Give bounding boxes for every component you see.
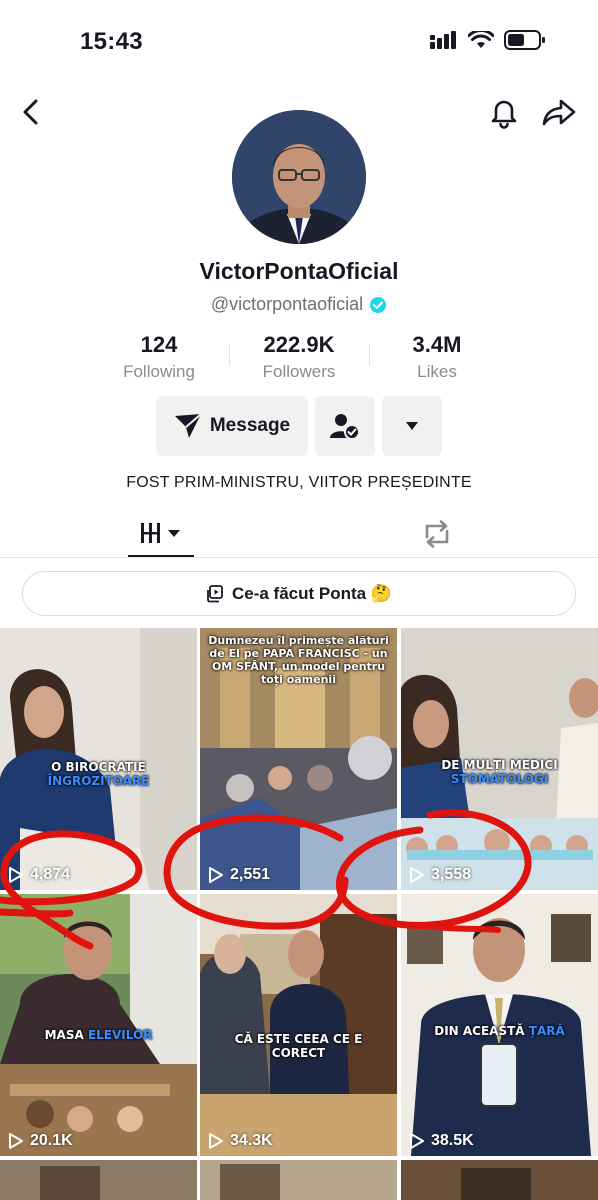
view-count: 34.3K [208, 1132, 273, 1150]
video-thumbnail [0, 894, 197, 1156]
share-button[interactable] [540, 94, 578, 130]
view-count-value: 3,558 [431, 866, 472, 883]
avatar-photo [232, 110, 366, 244]
playlist-icon [207, 584, 223, 602]
bell-icon [491, 100, 517, 129]
video-caption: Dumnezeu îl primește alături de El pe PA… [208, 634, 389, 686]
message-button-label: Message [209, 415, 291, 436]
play-outline-icon [209, 867, 223, 883]
stat-following[interactable]: 124 Following [89, 332, 229, 382]
view-count-value: 20.1K [30, 1132, 73, 1149]
caption-highlight: ELEVILOR [87, 1028, 153, 1042]
view-count: 38.5K [409, 1132, 474, 1150]
play-outline-icon [410, 1133, 424, 1149]
video-caption: CĂ ESTE CEEA CE E CORECT [234, 1032, 363, 1060]
caption-main: MASA [44, 1028, 84, 1042]
content-tabs [0, 510, 598, 558]
profile-stats: 124 Following 222.9K Followers 3.4M Like… [0, 332, 598, 382]
video-thumbnail [0, 628, 197, 890]
user-check-icon [330, 414, 360, 440]
status-time: 15:43 [80, 28, 143, 55]
view-count: 20.1K [8, 1132, 73, 1150]
play-outline-icon [9, 1133, 23, 1149]
video-caption: O BIROCRAȚIE ÎNGROZITOARE [8, 760, 189, 788]
profile-bio: FOST PRIM-MINISTRU, VIITOR PREȘEDINTE [126, 474, 472, 491]
tab-videos[interactable] [128, 510, 194, 557]
view-count: 4,874 [8, 866, 70, 884]
repost-icon [425, 519, 449, 548]
play-outline-icon [209, 1133, 223, 1149]
tab-reposts[interactable] [404, 510, 470, 557]
caption-highlight: STOMATOLOGI [450, 772, 549, 786]
chevron-left-icon [23, 99, 38, 125]
cellular-signal-icon [430, 31, 456, 49]
video-caption: MASA ELEVILOR [8, 1028, 189, 1042]
video-thumbnail [0, 1160, 197, 1200]
followers-label: Followers [262, 362, 336, 381]
caption-main: DIN ACEASTĂ [434, 1024, 525, 1038]
handle-row: @victorpontaoficial [0, 294, 598, 315]
stat-likes[interactable]: 3.4M Likes [367, 332, 507, 382]
profile-display-name: VictorPontaOficial [199, 258, 399, 284]
playlist-button[interactable]: Ce-a făcut Ponta 🤔 [22, 571, 576, 616]
followers-count: 222.9K [263, 332, 335, 357]
caption-main: DE MULȚI MEDICI [441, 758, 558, 772]
video-tile[interactable]: CĂ ESTE CEEA CE E CORECT 34.3K [200, 894, 397, 1156]
profile-handle: @victorpontaoficial [210, 294, 364, 314]
play-outline-icon [410, 867, 424, 883]
view-count-value: 4,874 [30, 866, 71, 883]
view-count-value: 2,551 [230, 866, 271, 883]
notifications-button[interactable] [486, 94, 522, 130]
back-button[interactable] [16, 94, 48, 130]
following-label: Following [123, 362, 195, 381]
following-status-button[interactable] [315, 396, 375, 456]
video-grid: O BIROCRAȚIE ÎNGROZITOARE 4,874 Dumnezeu… [0, 628, 598, 1200]
following-count: 124 [140, 332, 178, 357]
send-icon [174, 413, 202, 438]
video-tile[interactable]: O BIROCRAȚIE ÎNGROZITOARE 4,874 [0, 628, 197, 890]
video-thumbnail [401, 1160, 598, 1200]
likes-count: 3.4M [412, 332, 462, 357]
video-tile[interactable]: Dumnezeu îl primește alături de El pe PA… [200, 628, 397, 890]
play-outline-icon [9, 867, 23, 883]
view-count: 3,558 [409, 866, 471, 884]
wifi-icon [468, 31, 494, 48]
status-icons [430, 30, 546, 50]
video-thumbnail [200, 1160, 397, 1200]
share-arrow-icon [542, 99, 576, 126]
message-button[interactable]: Message [156, 396, 308, 456]
battery-icon [504, 30, 545, 50]
caption-highlight: ȚARĂ [528, 1024, 565, 1038]
likes-label: Likes [417, 362, 457, 381]
avatar[interactable] [232, 110, 366, 244]
video-tile[interactable]: DIN ACEASTĂ ȚARĂ 38.5K [401, 894, 598, 1156]
video-tile[interactable] [0, 1160, 197, 1200]
status-bar: 15:43 [0, 0, 598, 80]
video-tile[interactable] [401, 1160, 598, 1200]
caption-highlight: ÎNGROZITOARE [47, 774, 150, 788]
stat-followers[interactable]: 222.9K Followers [229, 332, 369, 382]
view-count-value: 34.3K [230, 1132, 273, 1149]
video-tile[interactable]: DE MULȚI MEDICI STOMATOLOGI 3,558 [401, 628, 598, 890]
video-tile[interactable]: MASA ELEVILOR 20.1K [0, 894, 197, 1156]
video-caption: DE MULȚI MEDICI STOMATOLOGI [409, 758, 590, 786]
video-thumbnail [200, 894, 397, 1156]
caret-down-icon [406, 422, 418, 430]
video-tile[interactable] [200, 1160, 397, 1200]
video-caption: DIN ACEASTĂ ȚARĂ [409, 1024, 590, 1038]
playlist-label: Ce-a făcut Ponta 🤔 [231, 583, 393, 603]
grid-bars-icon [141, 522, 180, 543]
more-options-button[interactable] [382, 396, 442, 456]
view-count: 2,551 [208, 866, 270, 884]
verified-badge-icon [370, 296, 387, 313]
view-count-value: 38.5K [431, 1132, 474, 1149]
caption-main: O BIROCRAȚIE [51, 760, 146, 774]
